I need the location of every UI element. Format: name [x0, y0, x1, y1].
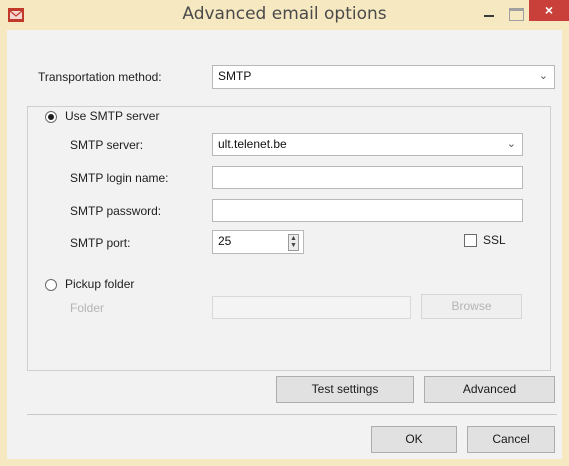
smtp-port-value: 25	[218, 234, 232, 248]
transportation-method-select[interactable]: SMTP ⌄	[212, 65, 555, 89]
smtp-password-label: SMTP password:	[70, 204, 162, 218]
transportation-method-label: Transportation method:	[38, 70, 162, 84]
smtp-port-spinner[interactable]: 25 ▲ ▼	[212, 230, 304, 254]
smtp-server-label: SMTP server:	[70, 138, 144, 152]
chevron-down-icon: ⌄	[506, 138, 516, 150]
smtp-server-combo[interactable]: ult.telenet.be ⌄	[212, 133, 523, 156]
ssl-checkbox[interactable]	[464, 234, 477, 247]
ssl-label[interactable]: SSL	[483, 233, 506, 247]
advanced-button[interactable]: Advanced	[424, 376, 555, 403]
spinner-arrows-icon[interactable]: ▲ ▼	[288, 234, 299, 251]
test-settings-button[interactable]: Test settings	[276, 376, 414, 403]
smtp-login-name-input[interactable]	[212, 166, 523, 189]
use-smtp-server-label[interactable]: Use SMTP server	[65, 109, 159, 123]
folder-label: Folder	[70, 301, 105, 315]
separator-line	[27, 414, 557, 415]
maximize-button[interactable]	[507, 2, 527, 22]
pickup-folder-label[interactable]: Pickup folder	[65, 277, 134, 291]
smtp-port-label: SMTP port:	[70, 236, 131, 250]
title-bar[interactable]: Advanced email options ×	[0, 0, 569, 30]
pickup-folder-radio[interactable]	[45, 279, 57, 291]
use-smtp-server-radio[interactable]	[45, 111, 57, 123]
chevron-down-icon: ⌄	[538, 70, 548, 82]
transportation-method-value: SMTP	[218, 69, 252, 83]
minimize-button[interactable]	[482, 6, 496, 22]
advanced-email-options-dialog: Advanced email options × Transportation …	[0, 0, 569, 466]
smtp-server-value: ult.telenet.be	[218, 137, 287, 151]
ok-button[interactable]: OK	[371, 426, 457, 453]
cancel-button[interactable]: Cancel	[467, 426, 555, 453]
folder-input[interactable]	[212, 296, 411, 319]
browse-button[interactable]: Browse	[421, 294, 522, 319]
smtp-password-input[interactable]	[212, 199, 523, 222]
close-button[interactable]: ×	[529, 0, 569, 21]
smtp-login-name-label: SMTP login name:	[70, 171, 169, 185]
